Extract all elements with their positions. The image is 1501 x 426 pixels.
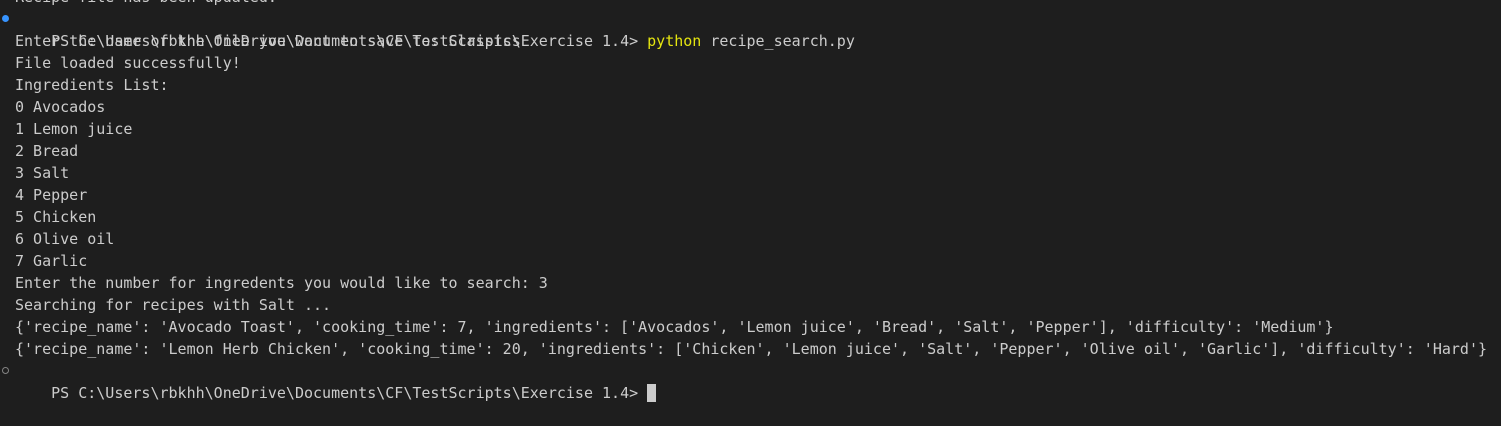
output-line: 2 Bread <box>15 142 79 160</box>
command-pending-icon[interactable] <box>2 367 9 374</box>
output-line: 6 Olive oil <box>15 230 115 248</box>
output-line: File loaded successfully! <box>15 54 241 72</box>
output-line: 4 Pepper <box>15 186 88 204</box>
output-line: Ingredients List: <box>15 76 169 94</box>
output-line: {'recipe_name': 'Lemon Herb Chicken', 'c… <box>15 340 1488 358</box>
output-line: Searching for recipes with Salt ... <box>15 296 332 314</box>
previous-output-line: Recipe file has been updated. <box>0 0 1501 8</box>
command-success-icon[interactable] <box>2 15 9 22</box>
current-prompt-path: PS C:\Users\rbkhh\OneDrive\Documents\CF\… <box>51 384 639 402</box>
output-line: 3 Salt <box>15 164 70 182</box>
prompt-line: PS C:\Users\rbkhh\OneDrive\Documents\CF\… <box>0 8 1501 50</box>
current-prompt-line[interactable]: PS C:\Users\rbkhh\OneDrive\Documents\CF\… <box>0 360 1501 402</box>
output-line: 0 Avocados <box>15 98 106 116</box>
output-block: Enter the name of the file you want to s… <box>0 30 1501 360</box>
output-line: 5 Chicken <box>15 208 97 226</box>
text-cursor <box>647 384 657 402</box>
output-line: Enter the number for ingredents you woul… <box>15 274 548 292</box>
output-line: 1 Lemon juice <box>15 120 133 138</box>
terminal-panel[interactable]: Recipe file has been updated. PS C:\User… <box>0 0 1501 402</box>
output-line: Enter the name of the file you want to s… <box>15 32 521 50</box>
output-line: {'recipe_name': 'Avocado Toast', 'cookin… <box>15 318 1334 336</box>
output-line: 7 Garlic <box>15 252 88 270</box>
